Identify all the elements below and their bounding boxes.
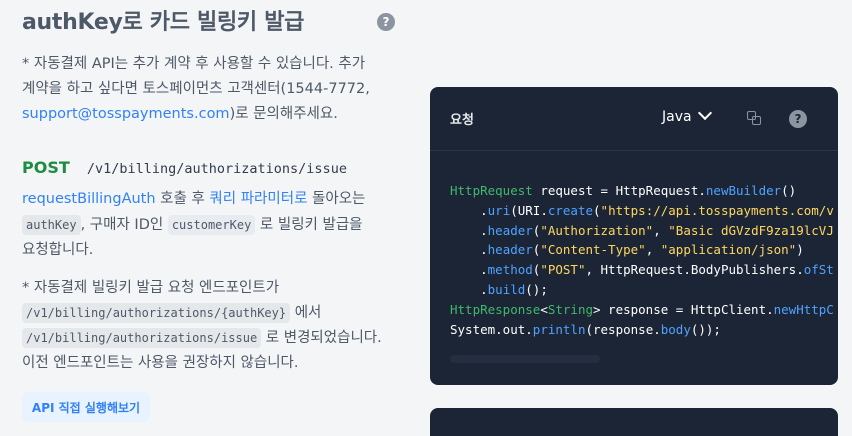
- code-token: "application/json": [660, 242, 797, 258]
- code-token: ofSt: [803, 262, 834, 278]
- http-method: POST: [22, 158, 70, 177]
- code-token: response = HttpClient.: [600, 301, 774, 317]
- note-line-3: support@tosspayments.com)로 문의해주세요.: [22, 102, 402, 127]
- code-line: HttpResponse<String> response = HttpClie…: [450, 300, 834, 320]
- code-token: ,: [653, 222, 669, 238]
- code-token: .: [450, 281, 488, 297]
- copy-icon[interactable]: [747, 111, 763, 127]
- code-token: build: [487, 281, 526, 297]
- code-token: header: [487, 222, 533, 238]
- code-token: .: [450, 242, 488, 258]
- chevron-down-icon: [697, 105, 712, 121]
- code-line: .uri(URI.create("https://api.tosspayment…: [450, 201, 834, 221]
- desc-text: 돌아오는: [307, 191, 366, 207]
- request-code-panel: 요청 Java ? HttpRequest request = HttpRequ…: [430, 87, 838, 385]
- code-token: newBuilder: [705, 183, 782, 198]
- code-token: >: [593, 301, 601, 317]
- endpoint-description: requestBillingAuth 호출 후 쿼리 파라미터로 돌아오는 au…: [22, 187, 402, 263]
- code-token: System.out.: [450, 321, 533, 337]
- endpoint-change-notice: * 자동결제 빌링키 발급 요청 엔드포인트가 /v1/billing/auth…: [22, 276, 402, 376]
- old-endpoint-chip: /v1/billing/authorizations/{authKey}: [22, 303, 291, 323]
- code-token: request = HttpRequest.: [532, 183, 706, 198]
- code-line: .method("POST", HttpRequest.BodyPublishe…: [450, 260, 834, 280]
- code-line: System.out.println(response.body());: [450, 320, 834, 340]
- code-token: ): [796, 242, 804, 258]
- code-token: "Content-Type": [540, 242, 646, 258]
- endpoint: POST /v1/billing/authorizations/issue: [22, 158, 347, 182]
- panel-header: 요청 Java ?: [430, 87, 838, 151]
- code-token: "Authorization": [540, 222, 654, 238]
- support-email-link[interactable]: support@tosspayments.com: [22, 106, 230, 122]
- code-token: ();: [525, 281, 548, 297]
- code-token: "Basic dGVzdF9za19lcVJ: [668, 222, 834, 238]
- code-token: (: [593, 202, 601, 218]
- notice-text: 에서: [294, 305, 322, 321]
- code-line: .header("Content-Type", "application/jso…: [450, 240, 834, 260]
- code-token: println: [532, 321, 586, 337]
- code-token: "POST": [540, 262, 586, 278]
- endpoint-path: /v1/billing/authorizations/issue: [86, 161, 347, 177]
- authkey-chip: authKey: [22, 215, 81, 235]
- code-token: method: [487, 262, 533, 278]
- code-token: ());: [690, 321, 721, 337]
- run-api-button[interactable]: API 직접 실행해보기: [22, 392, 150, 422]
- code-token: .: [450, 222, 488, 238]
- code-token: "https://api.tosspayments.com/v: [600, 202, 834, 218]
- notice-line-2: /v1/billing/authorizations/{authKey} 에서: [22, 301, 402, 326]
- section-title: authKey로 카드 빌링키 발급: [22, 10, 305, 35]
- notice-line-1: * 자동결제 빌링키 발급 요청 엔드포인트가: [22, 280, 280, 296]
- code-token: body: [660, 321, 691, 337]
- code-token: header: [487, 242, 533, 258]
- code-token: String: [547, 301, 593, 317]
- desc-line-2: authKey, 구매자 ID인 customerKey 로 빌링키 발급을: [22, 213, 402, 238]
- customerkey-chip: customerKey: [167, 215, 256, 235]
- query-params-link[interactable]: 쿼리 파라미터로: [209, 191, 307, 207]
- help-icon[interactable]: ?: [789, 110, 807, 128]
- code-token: newHttpC: [773, 301, 834, 317]
- desc-line-3: 요청합니다.: [22, 242, 94, 258]
- request-billing-auth-link[interactable]: requestBillingAuth: [22, 191, 156, 207]
- code-token: .: [450, 202, 488, 218]
- note-tail: )로 문의해주세요.: [229, 106, 338, 122]
- docs-content: authKey로 카드 빌링키 발급 ? * 자동결제 API는 추가 계약 후…: [0, 0, 410, 436]
- desc-text: , 구매자 ID인: [80, 217, 164, 233]
- desc-text: 로 빌링키 발급을: [259, 217, 363, 233]
- code-token: uri: [487, 202, 511, 218]
- desc-line-1: requestBillingAuth 호출 후 쿼리 파라미터로 돌아오는: [22, 187, 402, 212]
- note-line-2: 계약을 하고 싶다면 토스페이먼츠 고객센터(1544-7772,: [22, 81, 370, 97]
- response-code-panel: [430, 408, 838, 436]
- panel-title: 요청: [450, 113, 474, 128]
- code-token: ,: [645, 242, 661, 258]
- new-endpoint-chip: /v1/billing/authorizations/issue: [22, 328, 262, 348]
- code-token: (): [781, 183, 797, 198]
- help-icon[interactable]: ?: [377, 13, 395, 31]
- notice-line-3: /v1/billing/authorizations/issue 로 변경되었습…: [22, 326, 402, 351]
- code-line: .build();: [450, 280, 834, 300]
- code-token: , HttpRequest.BodyPublishers.: [585, 262, 804, 278]
- contract-note: * 자동결제 API는 추가 계약 후 사용할 수 있습니다. 추가 계약을 하…: [22, 52, 402, 127]
- code-scrollbar[interactable]: [450, 355, 600, 363]
- code-token: (response.: [585, 321, 661, 337]
- notice-text: 로 변경되었습니다.: [265, 330, 382, 346]
- code-token: HttpResponse: [450, 301, 541, 317]
- code-token: create: [547, 202, 594, 218]
- code-token: .: [450, 262, 488, 278]
- code-line: HttpRequest request = HttpRequest.newBui…: [450, 181, 834, 201]
- code-token: (URI.: [510, 202, 548, 218]
- language-label: Java: [662, 109, 692, 125]
- code-block: HttpRequest request = HttpRequest.newBui…: [450, 181, 834, 339]
- language-selector[interactable]: Java: [662, 105, 712, 125]
- notice-line-4: 이전 엔드포인트는 사용을 권장하지 않습니다.: [22, 355, 299, 371]
- note-line-1: * 자동결제 API는 추가 계약 후 사용할 수 있습니다. 추가: [22, 56, 366, 72]
- desc-text: 호출 후: [155, 191, 210, 207]
- code-token: HttpRequest: [450, 183, 533, 198]
- code-token: <: [540, 301, 548, 317]
- section-header: authKey로 카드 빌링키 발급 ?: [22, 8, 400, 40]
- code-line: .header("Authorization", "Basic dGVzdF9z…: [450, 221, 834, 241]
